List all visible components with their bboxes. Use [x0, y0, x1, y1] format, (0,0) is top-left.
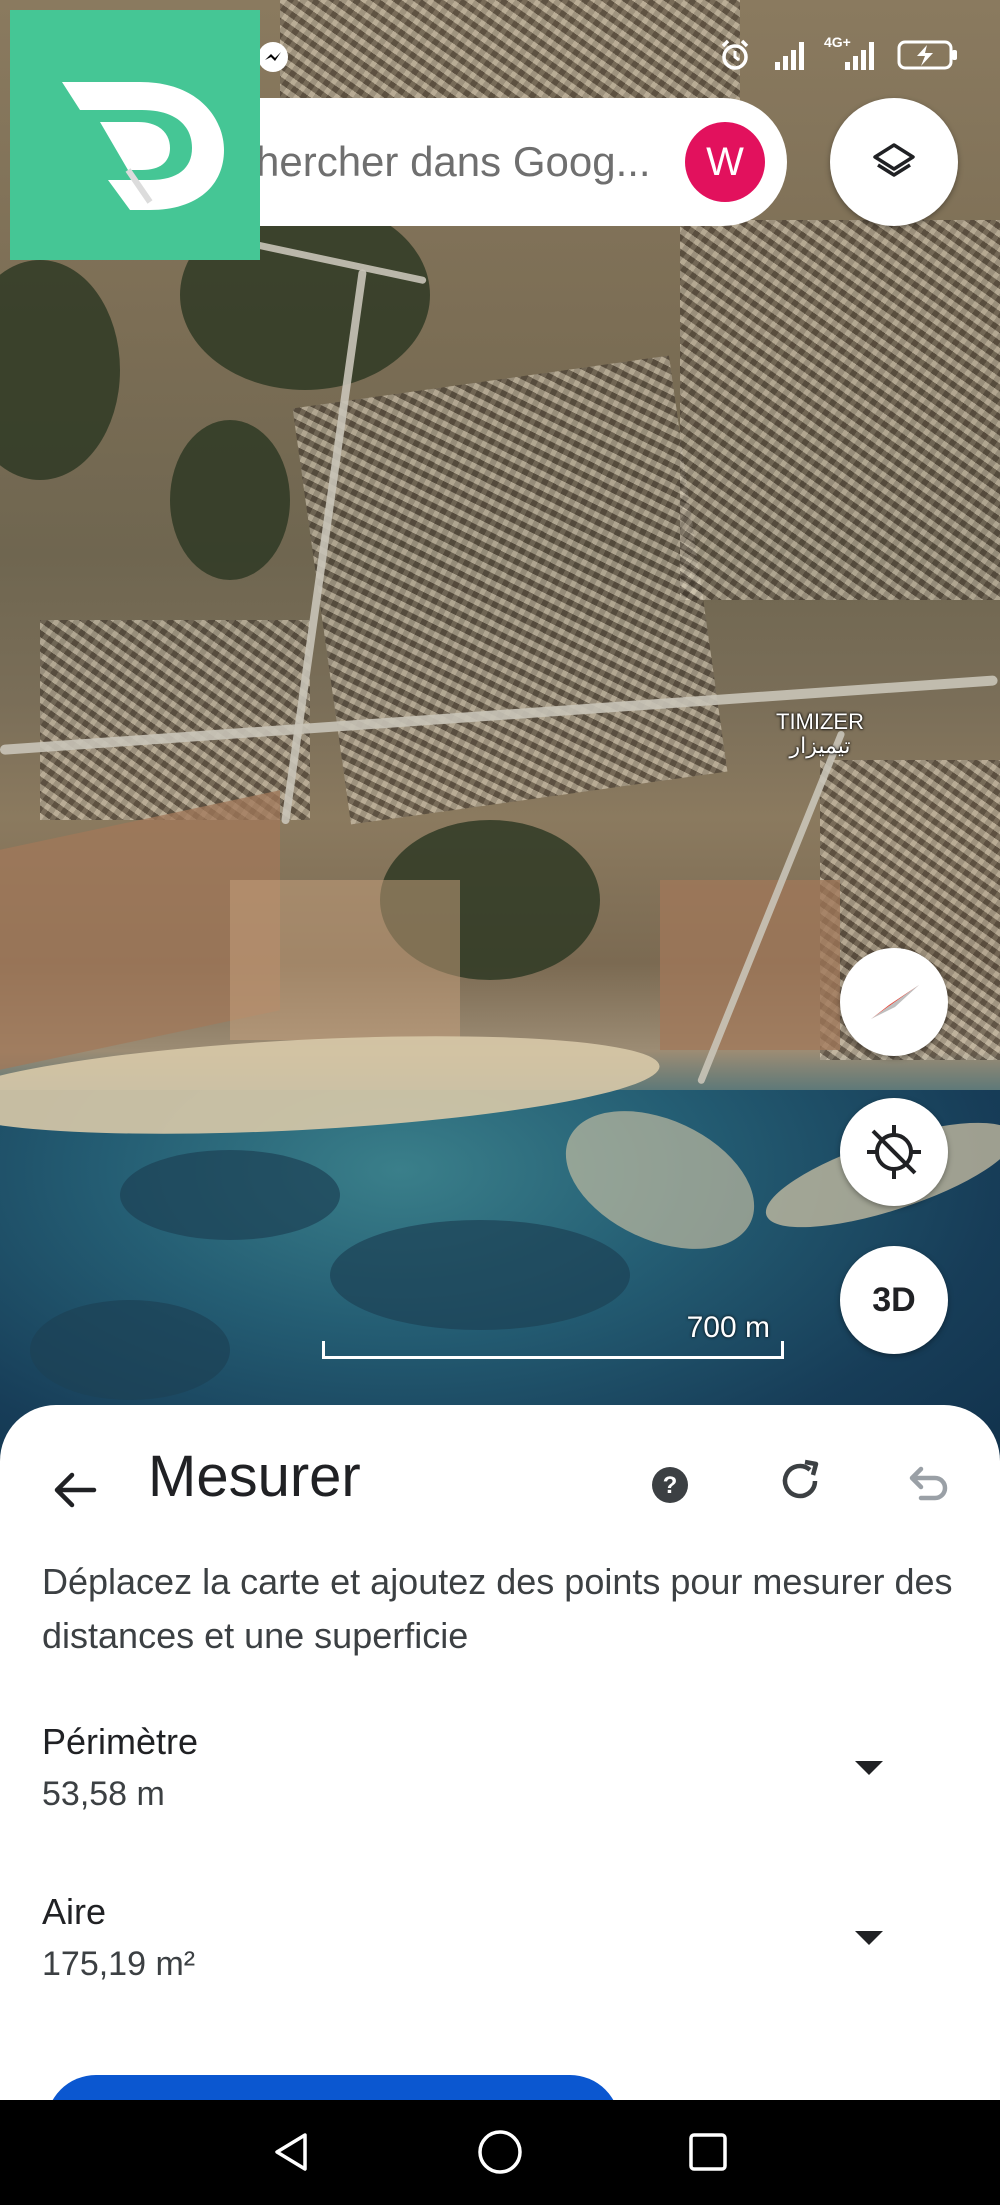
layers-icon	[873, 143, 915, 177]
sheet-title: Mesurer	[148, 1444, 361, 1509]
messenger-icon	[258, 42, 288, 72]
sheet-header: Mesurer ?	[0, 1405, 1000, 1555]
primary-action-button[interactable]	[46, 2075, 620, 2100]
search-placeholder[interactable]: hercher dans Goog...	[256, 138, 656, 186]
undo-button[interactable]	[896, 1451, 960, 1515]
back-button[interactable]	[40, 1455, 110, 1525]
alarm-icon	[716, 38, 754, 72]
system-navigation-bar	[0, 2100, 1000, 2205]
layers-button[interactable]	[830, 98, 958, 226]
4g-signal-icon: 4G+	[824, 34, 880, 72]
map-reef	[120, 1150, 340, 1240]
account-avatar[interactable]: W	[685, 122, 765, 202]
help-button[interactable]: ?	[640, 1455, 700, 1515]
signal-icon	[770, 38, 808, 72]
reset-button[interactable]	[768, 1449, 832, 1513]
search-bar[interactable]: hercher dans Goog... W	[230, 98, 787, 226]
place-label-arabic: تيميزار	[789, 733, 851, 759]
area-unit-dropdown-icon[interactable]	[855, 1931, 883, 1945]
3d-toggle-button[interactable]: 3D	[840, 1246, 948, 1354]
perimeter-row[interactable]: Périmètre 53,58 m	[0, 1721, 1000, 1851]
scale-label: 700 m	[686, 1311, 770, 1344]
map-forest	[0, 260, 120, 480]
nav-back-icon	[275, 2133, 307, 2171]
perimeter-value: 53,58 m	[42, 1775, 165, 1813]
map-town-area	[680, 220, 1000, 600]
help-icon: ?	[652, 1467, 688, 1503]
perimeter-label: Périmètre	[42, 1721, 199, 1762]
nav-home-button[interactable]	[470, 2122, 530, 2182]
location-disabled-icon	[867, 1125, 921, 1179]
nav-recents-icon	[689, 2133, 727, 2171]
map-town-area	[292, 355, 728, 825]
area-value: 175,19 m²	[42, 1945, 196, 1983]
arrow-back-icon	[54, 1472, 97, 1508]
map-reef	[30, 1300, 230, 1400]
map-forest	[170, 420, 290, 580]
network-type-label: 4G+	[824, 34, 851, 50]
nav-back-button[interactable]	[262, 2122, 322, 2182]
nav-home-icon	[478, 2130, 522, 2174]
measure-bottom-sheet: Mesurer ? Déplacez la carte et ajoutez d…	[0, 1405, 1000, 2100]
compass-button[interactable]	[840, 948, 948, 1056]
nav-recents-button[interactable]	[678, 2122, 738, 2182]
scale-line	[322, 1341, 784, 1359]
place-label-latin: TIMIZER	[776, 709, 864, 734]
brand-logo	[10, 10, 260, 260]
map-town-area	[40, 620, 310, 820]
place-label: TIMIZER تيميزار	[760, 709, 880, 759]
area-row[interactable]: Aire 175,19 m²	[0, 1891, 1000, 2021]
brand-logo-mark	[62, 82, 224, 210]
measure-instructions: Déplacez la carte et ajoutez des points …	[42, 1561, 953, 1656]
battery-charging-icon	[896, 38, 960, 72]
svg-text:?: ?	[663, 1472, 678, 1499]
refresh-icon	[782, 1459, 819, 1499]
compass-icon	[871, 985, 919, 1019]
map-scale-bar: 700 m	[322, 1305, 784, 1359]
perimeter-unit-dropdown-icon[interactable]	[855, 1761, 883, 1775]
map-field	[230, 880, 460, 1040]
undo-icon	[909, 1466, 948, 1501]
area-label: Aire	[42, 1891, 107, 1932]
my-location-button[interactable]	[840, 1098, 948, 1206]
